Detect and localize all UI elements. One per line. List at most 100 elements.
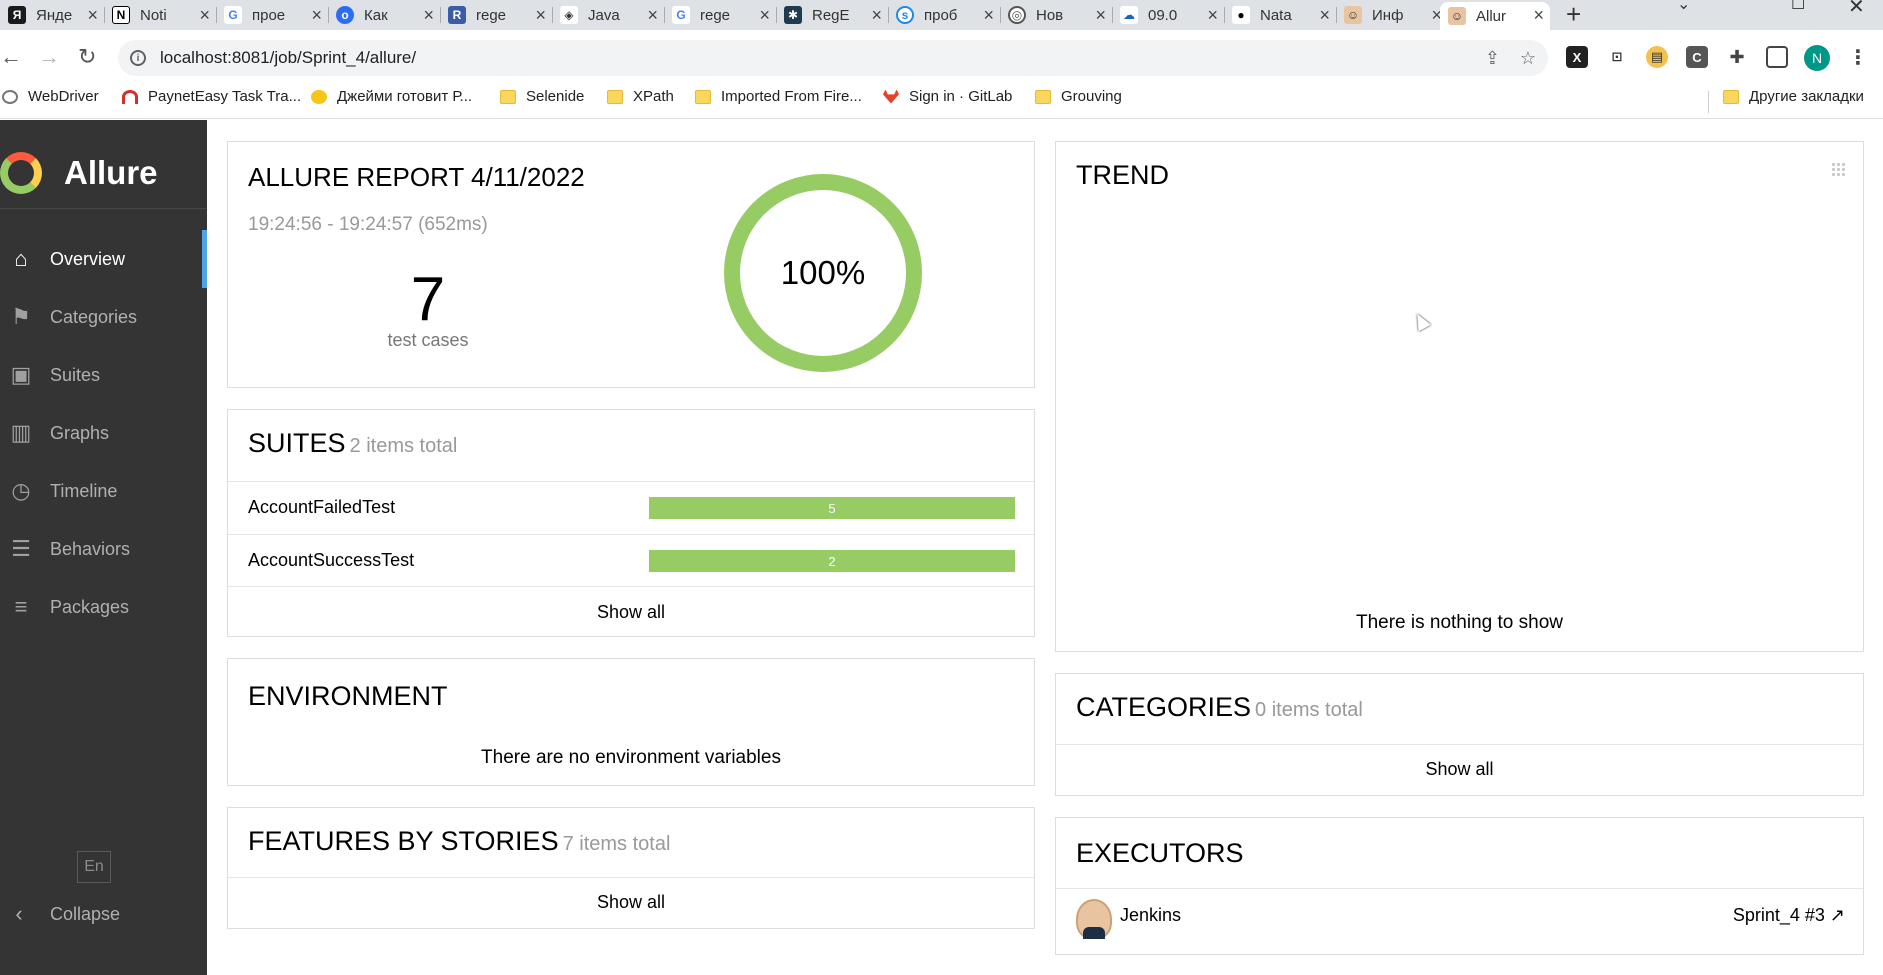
close-icon[interactable]: × bbox=[1533, 5, 1544, 25]
flag-icon: ⚑ bbox=[11, 304, 31, 329]
close-icon[interactable]: × bbox=[199, 5, 210, 25]
bookmark-item[interactable]: Sign in · GitLab bbox=[883, 88, 1012, 105]
browser-tab-active[interactable]: ☺ Allur × bbox=[1440, 2, 1550, 30]
executor-row: Jenkins Sprint_4 #3 ↗ bbox=[1056, 889, 1863, 955]
folder-icon bbox=[607, 89, 623, 104]
sidebar-item-packages[interactable]: ≡ Packages bbox=[0, 578, 207, 636]
site-info-icon[interactable]: i bbox=[130, 50, 146, 66]
executor-name: Jenkins bbox=[1120, 905, 1182, 925]
close-icon[interactable]: × bbox=[647, 5, 658, 25]
sidebar-item-behaviors[interactable]: ☰ Behaviors bbox=[0, 520, 207, 578]
close-icon[interactable]: × bbox=[983, 5, 994, 25]
reload-icon[interactable]: ↻ bbox=[78, 43, 96, 71]
close-icon[interactable]: × bbox=[759, 5, 770, 25]
bookmark-item[interactable]: Imported From Fire... bbox=[695, 88, 862, 105]
close-icon[interactable]: × bbox=[535, 5, 546, 25]
clock-icon: ◷ bbox=[11, 478, 31, 503]
browser-tab[interactable]: G rege × bbox=[664, 2, 777, 28]
sidebar-item-overview[interactable]: ⌂ Overview bbox=[0, 230, 207, 288]
extension-c-icon[interactable]: C bbox=[1686, 46, 1708, 68]
close-icon[interactable]: × bbox=[1319, 5, 1330, 25]
suite-row[interactable]: AccountSuccessTest 2 bbox=[228, 535, 1034, 587]
browser-tab[interactable]: s проб × bbox=[888, 2, 1001, 28]
bookmark-item[interactable]: Grouving bbox=[1035, 88, 1122, 105]
browser-tab[interactable]: ● Nata × bbox=[1224, 2, 1337, 28]
bookmark-star-icon[interactable]: ☆ bbox=[1520, 48, 1536, 69]
list-icon: ☰ bbox=[11, 536, 31, 561]
tab-label: Java bbox=[588, 6, 620, 24]
build-link[interactable]: Sprint_4 #3 ↗ bbox=[1733, 905, 1845, 926]
collapse-button[interactable]: ‹ Collapse bbox=[0, 896, 207, 932]
back-arrow-icon[interactable]: ← bbox=[0, 43, 22, 71]
status-bar-passed[interactable]: 2 bbox=[649, 550, 1015, 572]
notion-tab-icon: N bbox=[112, 6, 130, 24]
language-switcher[interactable]: En bbox=[77, 851, 111, 883]
new-tab-button[interactable]: + bbox=[1566, 1, 1581, 27]
sidebar-item-suites[interactable]: ▣ Suites bbox=[0, 346, 207, 404]
other-bookmarks[interactable]: Другие закладки bbox=[1723, 88, 1864, 105]
bookmark-item[interactable]: WebDriver bbox=[2, 88, 99, 105]
report-time-range: 19:24:56 - 19:24:57 (652ms) bbox=[248, 214, 488, 235]
side-panel-icon[interactable] bbox=[1766, 46, 1788, 68]
browser-tab[interactable]: G прое × bbox=[216, 2, 329, 28]
url-text[interactable]: localhost:8081/job/Sprint_4/allure/ bbox=[160, 48, 416, 68]
trend-empty-message: There is nothing to show bbox=[1355, 612, 1563, 633]
sidebar-item-label: Overview bbox=[50, 248, 126, 269]
trend-widget: TREND There is nothing to show bbox=[1055, 141, 1864, 652]
forward-arrow-icon[interactable]: → bbox=[38, 43, 60, 71]
sidebar-item-graphs[interactable]: ▥ Graphs bbox=[0, 404, 207, 462]
profile-avatar[interactable]: N bbox=[1804, 45, 1830, 71]
allure-logo[interactable]: Allure bbox=[0, 144, 207, 202]
suite-row[interactable]: AccountFailedTest 5 bbox=[228, 482, 1034, 534]
pass-rate-percent: 100% bbox=[780, 254, 866, 291]
close-icon[interactable]: × bbox=[311, 5, 322, 25]
briefcase-icon: ▣ bbox=[10, 362, 32, 387]
bookmark-item[interactable]: Джейми готовит Р... bbox=[311, 88, 472, 105]
sidebar-item-timeline[interactable]: ◷ Timeline bbox=[0, 462, 207, 520]
categories-widget: CATEGORIES 0 items total Show all bbox=[1055, 673, 1864, 796]
tab-search-chevron-icon[interactable]: ⌄ bbox=[1677, 0, 1690, 14]
tab-label: Noti bbox=[140, 6, 167, 24]
share-icon[interactable]: ⇪ bbox=[1485, 48, 1500, 69]
sidebar-item-categories[interactable]: ⚑ Categories bbox=[0, 288, 207, 346]
browser-tab[interactable]: o Как × bbox=[328, 2, 441, 28]
browser-tab[interactable]: ☁ 09.0 × bbox=[1112, 2, 1225, 28]
trend-title: TREND bbox=[1076, 160, 1169, 190]
cloud-tab-icon: ☁ bbox=[1120, 6, 1138, 24]
browser-tab[interactable]: ☺ Инф × bbox=[1336, 2, 1448, 28]
extension-yellow-icon[interactable]: ▤ bbox=[1646, 46, 1668, 68]
browser-tab[interactable]: R rege × bbox=[440, 2, 553, 28]
address-bar[interactable]: i localhost:8081/job/Sprint_4/allure/ ⇪ … bbox=[118, 40, 1548, 76]
bookmark-item[interactable]: Selenide bbox=[500, 88, 584, 105]
extensions-puzzle-icon[interactable]: ✚ bbox=[1726, 46, 1748, 68]
bookmark-item[interactable]: PaynetEasy Task Tra... bbox=[122, 88, 301, 105]
pass-rate-donut[interactable]: 100% bbox=[724, 174, 922, 372]
browser-tab[interactable]: ◈ Java × bbox=[552, 2, 665, 28]
close-icon[interactable]: × bbox=[871, 5, 882, 25]
close-window-icon[interactable]: ✕ bbox=[1848, 0, 1865, 19]
browser-tab[interactable]: ✱ RegE × bbox=[776, 2, 889, 28]
close-icon[interactable]: × bbox=[423, 5, 434, 25]
browser-menu-icon[interactable]: ⋮ bbox=[1847, 46, 1869, 69]
features-widget: FEATURES BY STORIES 7 items total Show al… bbox=[227, 807, 1035, 929]
allure-logo-icon bbox=[0, 152, 42, 194]
extension-scan-icon[interactable]: ⊡ bbox=[1606, 46, 1628, 68]
close-icon[interactable]: × bbox=[1095, 5, 1106, 25]
report-title: ALLURE REPORT 4/11/2022 bbox=[248, 162, 585, 192]
categories-show-all-link[interactable]: Show all bbox=[1056, 759, 1863, 780]
status-bar-passed[interactable]: 5 bbox=[649, 497, 1015, 519]
features-show-all-link[interactable]: Show all bbox=[228, 892, 1034, 913]
drag-handle-icon[interactable] bbox=[1831, 162, 1845, 176]
browser-tab[interactable]: Я Янде × bbox=[0, 2, 105, 28]
minimize-icon[interactable]: — bbox=[1734, 0, 1750, 8]
browser-tab[interactable]: N Noti × bbox=[104, 2, 217, 28]
extension-x-icon[interactable]: X bbox=[1566, 46, 1588, 68]
bookmarks-divider bbox=[1708, 91, 1709, 113]
tab-label: прое bbox=[252, 6, 286, 24]
close-icon[interactable]: × bbox=[87, 5, 98, 25]
bookmark-item[interactable]: XPath bbox=[607, 88, 674, 105]
suites-show-all-link[interactable]: Show all bbox=[228, 602, 1034, 623]
maximize-icon[interactable]: ☐ bbox=[1791, 0, 1805, 14]
browser-tab[interactable]: ◎ Нов × bbox=[1000, 2, 1113, 28]
close-icon[interactable]: × bbox=[1207, 5, 1218, 25]
